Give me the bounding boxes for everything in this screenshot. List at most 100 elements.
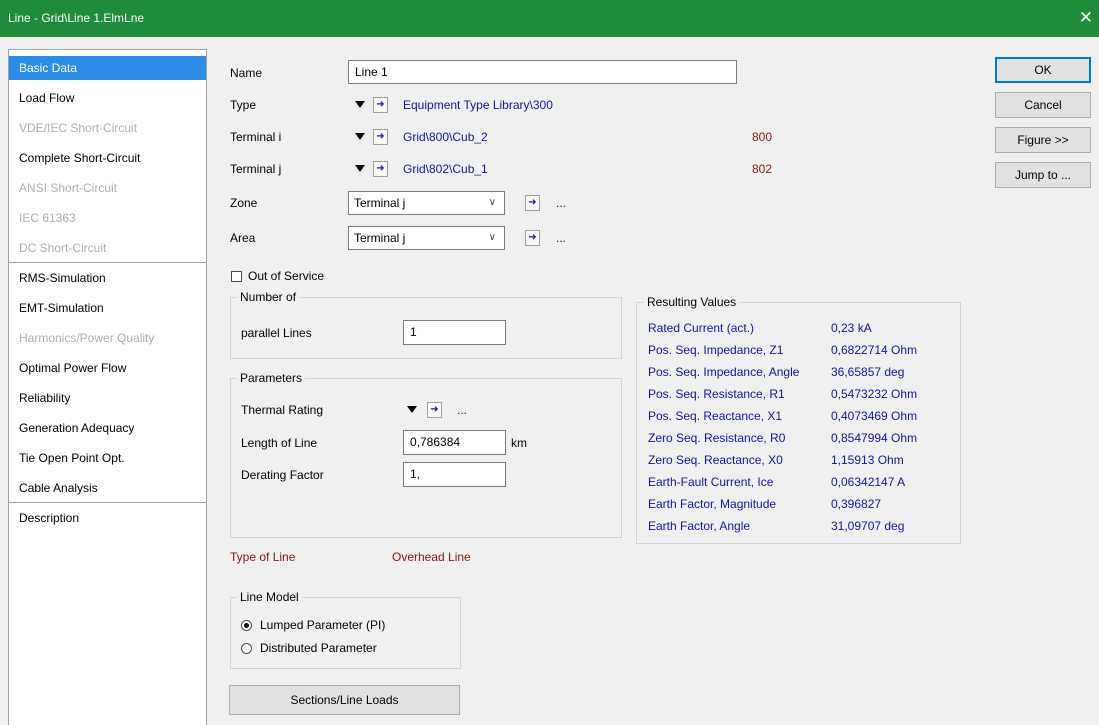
sidebar-separator [9, 262, 206, 263]
out-of-service-label: Out of Service [248, 269, 325, 283]
derating-factor-input[interactable]: 1, [403, 462, 506, 487]
thermal-rating-label: Thermal Rating [241, 403, 324, 417]
figure-button[interactable]: Figure >> [995, 127, 1091, 153]
jump-arrow-icon[interactable]: ➜ [373, 129, 388, 145]
length-of-line-input[interactable]: 0,786384 [403, 430, 506, 455]
jump-arrow-icon[interactable]: ➜ [427, 402, 442, 418]
sidebar-item-emt-simulation[interactable]: EMT-Simulation [9, 296, 206, 320]
zone-label: Zone [230, 196, 258, 210]
result-value: 0,396827 [831, 497, 882, 511]
result-value: 0,6822714 Ohm [831, 343, 918, 357]
length-of-line-label: Length of Line [241, 436, 318, 450]
parallel-lines-label: parallel Lines [241, 326, 312, 340]
sidebar-item-basic-data[interactable]: Basic Data [9, 56, 206, 80]
number-of-title: Number of [237, 290, 300, 304]
sidebar-item-reliability[interactable]: Reliability [9, 386, 206, 410]
zone-select-value: Terminal j [354, 196, 406, 210]
parallel-lines-input[interactable]: 1 [403, 320, 506, 345]
dropdown-triangle-icon[interactable] [355, 101, 365, 108]
name-label: Name [230, 66, 263, 80]
sidebar-item-harmonics[interactable]: Harmonics/Power Quality [9, 326, 206, 350]
terminal-j-node: 802 [752, 162, 773, 176]
result-label: Pos. Seq. Reactance, X1 [648, 409, 783, 423]
sidebar-item-optimal-power-flow[interactable]: Optimal Power Flow [9, 356, 206, 380]
sidebar-item-iec-61363[interactable]: IEC 61363 [9, 206, 206, 230]
jump-arrow-icon[interactable]: ➜ [373, 161, 388, 177]
area-label: Area [230, 231, 256, 245]
result-label: Earth Factor, Angle [648, 519, 751, 533]
sidebar-item-vde-iec-short-circuit[interactable]: VDE/IEC Short-Circuit [9, 116, 206, 140]
terminal-i-node: 800 [752, 130, 773, 144]
sidebar-item-rms-simulation[interactable]: RMS-Simulation [9, 266, 206, 290]
jump-to-button[interactable]: Jump to ... [995, 162, 1091, 188]
sidebar-item-generation-adequacy[interactable]: Generation Adequacy [9, 416, 206, 440]
type-of-line-value: Overhead Line [392, 550, 471, 564]
terminal-j-link[interactable]: Grid\802\Cub_1 [403, 162, 488, 176]
thermal-rating-ellipsis[interactable]: ... [457, 403, 467, 417]
ok-button[interactable]: OK [995, 57, 1091, 83]
sections-line-loads-button[interactable]: Sections/Line Loads [229, 685, 460, 715]
sidebar-item-tie-open-point[interactable]: Tie Open Point Opt. [9, 446, 206, 470]
area-select[interactable]: Terminal j ∨ [348, 226, 505, 250]
area-browse-ellipsis[interactable]: ... [556, 231, 566, 245]
area-select-value: Terminal j [354, 231, 406, 245]
cancel-button[interactable]: Cancel [995, 92, 1091, 118]
result-value: 0,23 kA [831, 321, 872, 335]
parameters-title: Parameters [237, 371, 306, 385]
jump-arrow-icon[interactable]: ➜ [373, 97, 388, 113]
result-label: Earth Factor, Magnitude [648, 497, 777, 511]
sidebar-item-description[interactable]: Description [9, 506, 206, 530]
result-value: 0,06342147 A [831, 475, 906, 489]
line-model-title: Line Model [237, 590, 302, 604]
result-value: 0,4073469 Ohm [831, 409, 918, 423]
name-input[interactable]: Line 1 [348, 60, 737, 84]
out-of-service-checkbox[interactable] [231, 271, 242, 282]
sidebar-item-complete-short-circuit[interactable]: Complete Short-Circuit [9, 146, 206, 170]
type-of-line-label: Type of Line [230, 550, 296, 564]
zone-select[interactable]: Terminal j ∨ [348, 191, 505, 215]
type-label: Type [230, 98, 257, 112]
result-value: 36,65857 deg [831, 365, 905, 379]
chevron-down-icon: ∨ [488, 197, 496, 208]
result-value: 0,5473232 Ohm [831, 387, 918, 401]
distributed-parameter-radio[interactable] [241, 643, 252, 654]
result-label: Earth-Fault Current, Ice [648, 475, 774, 489]
parameters-group [230, 378, 622, 538]
distributed-parameter-label: Distributed Parameter [260, 641, 377, 655]
terminal-j-label: Terminal j [230, 162, 282, 176]
lumped-parameter-radio[interactable] [241, 620, 252, 631]
dropdown-triangle-icon[interactable] [355, 165, 365, 172]
result-label: Rated Current (act.) [648, 321, 755, 335]
sidebar-item-dc-short-circuit[interactable]: DC Short-Circuit [9, 236, 206, 260]
result-value: 1,15913 Ohm [831, 453, 904, 467]
result-label: Pos. Seq. Impedance, Z1 [648, 343, 784, 357]
result-value: 31,09707 deg [831, 519, 905, 533]
line-model-group [230, 597, 461, 669]
terminal-i-label: Terminal i [230, 130, 282, 144]
derating-factor-label: Derating Factor [241, 468, 324, 482]
title-bar: Line - Grid\Line 1.ElmLne ✕ [0, 0, 1099, 37]
sidebar: Basic Data Load Flow VDE/IEC Short-Circu… [8, 49, 207, 725]
jump-arrow-icon[interactable]: ➜ [525, 195, 540, 211]
length-unit: km [511, 436, 527, 450]
sidebar-item-ansi-short-circuit[interactable]: ANSI Short-Circuit [9, 176, 206, 200]
sidebar-item-cable-analysis[interactable]: Cable Analysis [9, 476, 206, 500]
zone-browse-ellipsis[interactable]: ... [556, 196, 566, 210]
chevron-down-icon: ∨ [488, 232, 496, 243]
result-label: Pos. Seq. Resistance, R1 [648, 387, 785, 401]
result-label: Zero Seq. Resistance, R0 [648, 431, 786, 445]
lumped-parameter-label: Lumped Parameter (PI) [260, 618, 386, 632]
type-value-link[interactable]: Equipment Type Library\300 [403, 98, 553, 112]
result-label: Zero Seq. Reactance, X0 [648, 453, 783, 467]
jump-arrow-icon[interactable]: ➜ [525, 230, 540, 246]
terminal-i-link[interactable]: Grid\800\Cub_2 [403, 130, 488, 144]
result-value: 0,8547994 Ohm [831, 431, 918, 445]
dropdown-triangle-icon[interactable] [355, 133, 365, 140]
result-label: Pos. Seq. Impedance, Angle [648, 365, 800, 379]
window-title: Line - Grid\Line 1.ElmLne [8, 11, 145, 25]
sidebar-separator [9, 502, 206, 503]
resulting-values-title: Resulting Values [644, 295, 740, 309]
sidebar-item-load-flow[interactable]: Load Flow [9, 86, 206, 110]
dropdown-triangle-icon[interactable] [407, 406, 417, 413]
close-icon[interactable]: ✕ [1079, 8, 1093, 28]
